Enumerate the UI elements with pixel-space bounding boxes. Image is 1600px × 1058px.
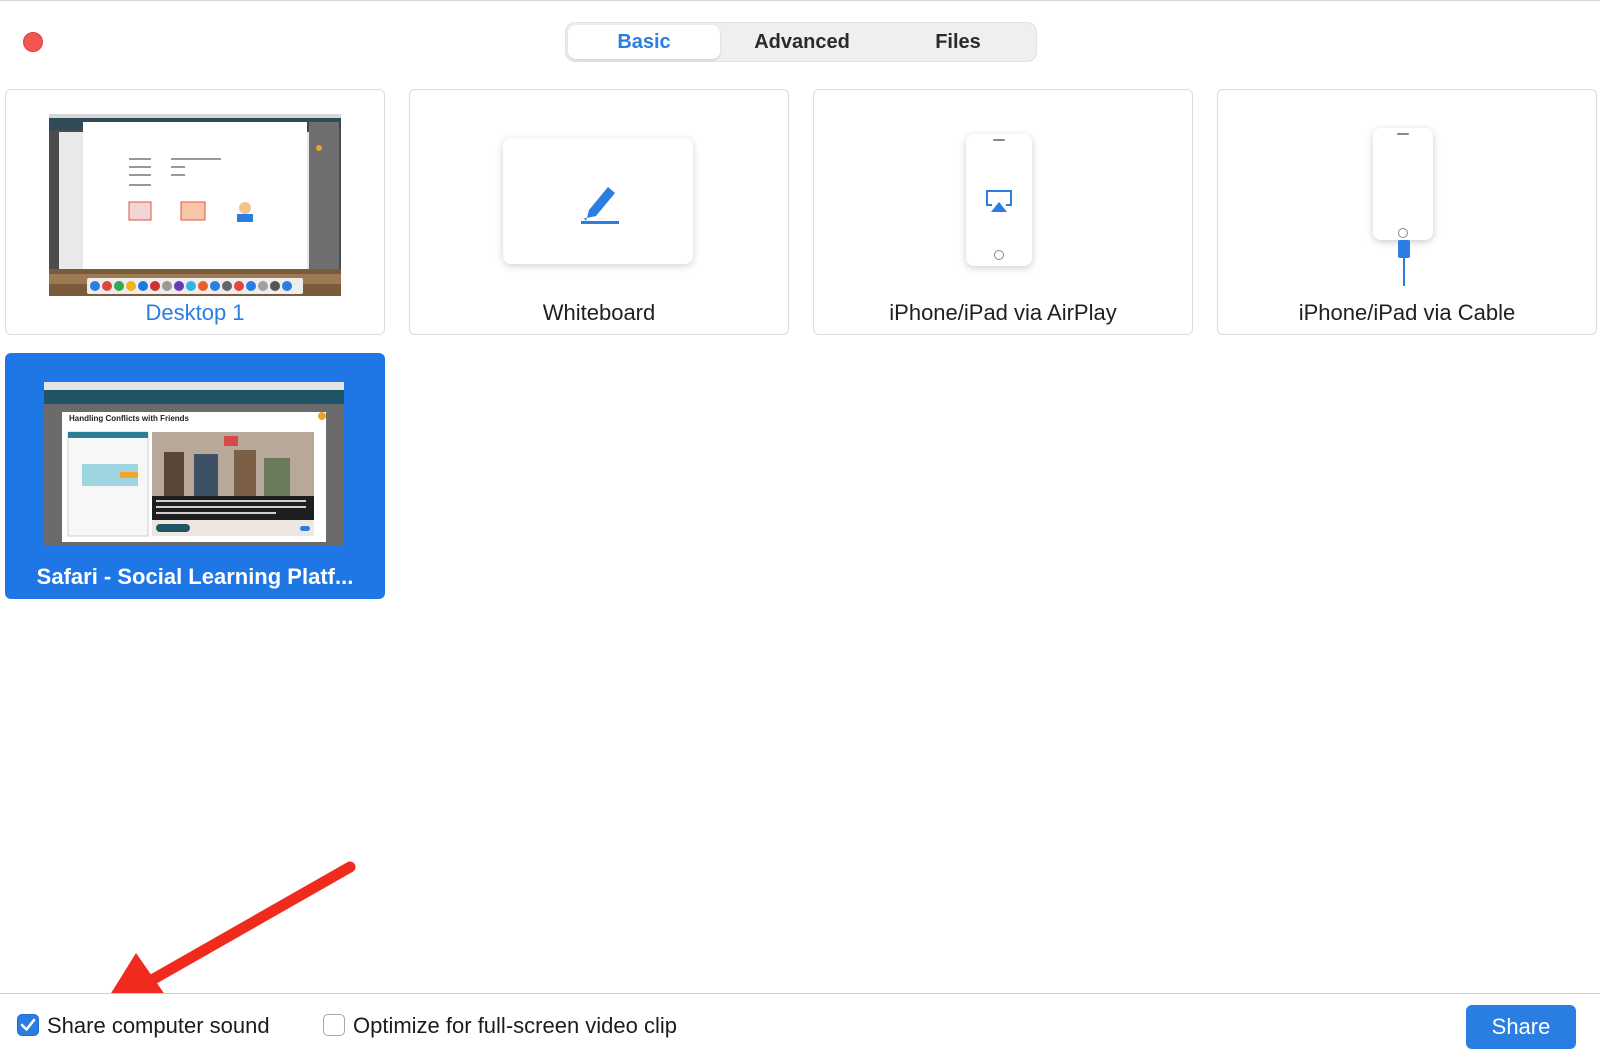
share-button[interactable]: Share	[1466, 1005, 1576, 1049]
tab-basic[interactable]: Basic	[568, 25, 720, 59]
thumbnail-heading: Handling Conflicts with Friends	[69, 414, 189, 423]
cable-wire	[1403, 258, 1405, 286]
share-sound-label[interactable]: Share computer sound	[47, 1013, 270, 1039]
whiteboard-tile[interactable]: Whiteboard	[409, 89, 789, 335]
optimize-video-label[interactable]: Optimize for full-screen video clip	[353, 1013, 677, 1039]
airplay-icon	[986, 190, 1012, 212]
desktop-1-tile[interactable]: Desktop 1	[5, 89, 385, 335]
phone-icon	[966, 134, 1032, 266]
airplay-tile[interactable]: iPhone/iPad via AirPlay	[813, 89, 1193, 335]
tab-files[interactable]: Files	[882, 25, 1034, 59]
tile-label: iPhone/iPad via AirPlay	[889, 300, 1117, 325]
cable-tile[interactable]: iPhone/iPad via Cable	[1217, 89, 1597, 335]
optimize-video-checkbox[interactable]	[323, 1014, 345, 1036]
share-type-tabs: Basic Advanced Files	[565, 22, 1037, 62]
share-sound-checkbox[interactable]	[17, 1014, 39, 1036]
tile-label: iPhone/iPad via Cable	[1298, 300, 1516, 325]
safari-window-tile[interactable]: Handling Conflicts with Friends Safari -…	[5, 353, 385, 599]
window-thumbnail: Handling Conflicts with Friends	[44, 382, 344, 546]
tile-label: Desktop 1	[145, 300, 245, 325]
close-window-button[interactable]	[23, 32, 43, 52]
pencil-icon	[581, 187, 619, 224]
tile-label: Safari - Social Learning Platf...	[36, 564, 354, 589]
cable-icon	[1398, 240, 1410, 258]
checkmark-icon	[20, 1018, 36, 1031]
tab-advanced[interactable]: Advanced	[726, 25, 878, 59]
share-screen-window: Basic Advanced Files Desktop 1 Whiteboar…	[0, 0, 1600, 1058]
whiteboard-preview	[503, 138, 693, 264]
phone-icon	[1373, 128, 1433, 240]
tile-label: Whiteboard	[542, 300, 656, 325]
desktop-thumbnail	[49, 114, 341, 296]
